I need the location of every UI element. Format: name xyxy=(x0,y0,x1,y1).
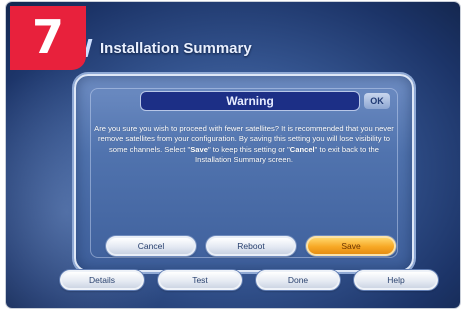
save-button[interactable]: Save xyxy=(306,236,396,256)
dialog-header: Warning xyxy=(140,91,360,111)
warning-dialog: Warning OK Are you sure you wish to proc… xyxy=(74,74,414,272)
message-save-emphasis: Save xyxy=(190,144,208,154)
warning-message: Are you sure you wish to proceed with fe… xyxy=(94,124,394,166)
page-title: Installation Summary xyxy=(100,39,252,57)
message-cancel-emphasis: Cancel xyxy=(289,144,315,154)
test-button[interactable]: Test xyxy=(158,270,242,290)
cancel-button[interactable]: Cancel xyxy=(106,236,196,256)
reboot-button[interactable]: Reboot xyxy=(206,236,296,256)
message-text-2: " to keep this setting or " xyxy=(207,144,290,154)
step-number-badge: 7 xyxy=(10,6,86,70)
details-button[interactable]: Details xyxy=(60,270,144,290)
screen-title-bar: Installation Summary xyxy=(83,35,252,61)
dialog-frame xyxy=(90,88,398,258)
done-button[interactable]: Done xyxy=(256,270,340,290)
help-button[interactable]: Help xyxy=(354,270,438,290)
dialog-close-button[interactable]: OK xyxy=(364,93,390,109)
